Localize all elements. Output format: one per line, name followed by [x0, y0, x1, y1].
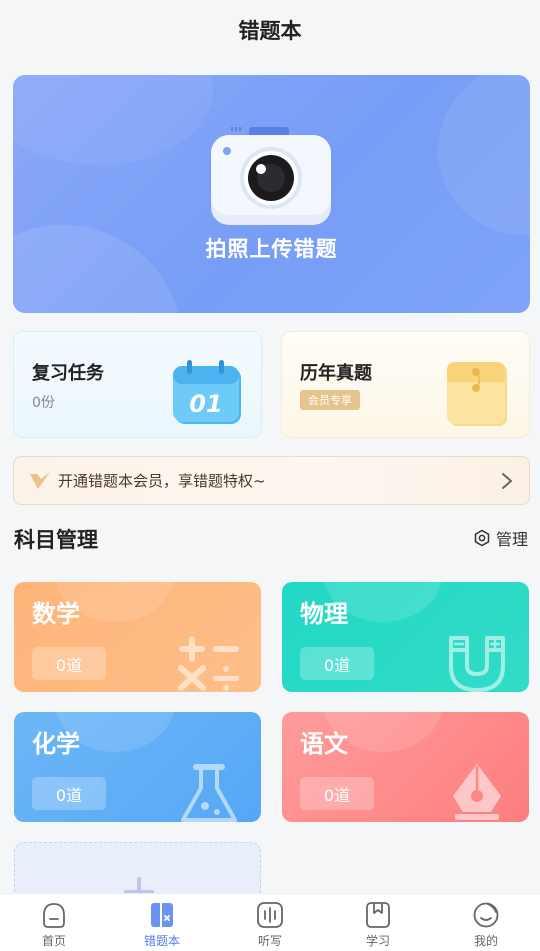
subject-card-chemistry[interactable]: 化学 0道	[14, 712, 261, 822]
vip-badge: 会员专享	[300, 390, 360, 410]
chevron-right-icon	[502, 473, 512, 489]
vip-banner-text: 开通错题本会员，享错题特权~	[58, 472, 266, 490]
tab-dictation[interactable]: 听写	[216, 894, 324, 951]
vip-v-icon	[30, 471, 50, 489]
subject-count: 0道	[32, 777, 106, 810]
tab-label: 首页	[41, 934, 66, 948]
calendar-icon-text: 01	[189, 390, 222, 418]
subject-card-physics[interactable]: 物理 0道	[282, 582, 529, 692]
page-title: 错题本	[238, 19, 302, 43]
vip-banner[interactable]: 开通错题本会员，享错题特权~	[13, 456, 530, 505]
subject-name: 语文	[300, 730, 348, 758]
profile-icon	[473, 902, 499, 928]
photo-upload-card[interactable]: 拍照上传错题	[13, 75, 530, 313]
subject-name: 数学	[32, 600, 80, 628]
subject-count: 0道	[300, 647, 374, 680]
tab-home[interactable]: 首页	[0, 894, 108, 951]
subject-count: 0道	[32, 647, 106, 680]
review-task-card[interactable]: 复习任务 0份 01	[13, 331, 262, 438]
subject-card-math[interactable]: 数学 0道	[14, 582, 261, 692]
manage-label: 管理	[495, 530, 528, 549]
tab-wrongbook[interactable]: 错题本	[108, 894, 216, 951]
review-task-count: 0份	[32, 395, 55, 411]
subjects-section-title: 科目管理	[14, 528, 98, 552]
tab-label: 错题本	[143, 934, 180, 948]
past-exams-title: 历年真题	[300, 363, 372, 384]
subject-name: 物理	[300, 600, 348, 628]
top-bar: 错题本	[0, 0, 540, 60]
home-icon	[43, 903, 65, 928]
tab-profile[interactable]: 我的	[432, 894, 540, 951]
tab-label: 我的	[473, 934, 498, 948]
bottom-tab-bar: 首页 错题本 听写 学习 我的	[0, 893, 540, 951]
calendar-icon: 01	[173, 360, 241, 424]
flask-icon	[181, 764, 237, 822]
folder-icon	[447, 362, 507, 426]
dictation-icon	[257, 902, 283, 928]
settings-hexagon-icon	[474, 529, 490, 547]
tab-study[interactable]: 学习	[324, 894, 432, 951]
subject-card-chinese[interactable]: 语文 0道	[282, 712, 529, 822]
wrongbook-icon	[151, 903, 173, 927]
decor-bubble	[438, 75, 530, 235]
tab-label: 听写	[257, 934, 282, 948]
study-icon	[366, 902, 390, 928]
photo-upload-label: 拍照上传错题	[205, 237, 338, 261]
pen-nib-icon	[453, 764, 501, 820]
subject-name: 化学	[32, 730, 80, 758]
review-task-title: 复习任务	[32, 363, 104, 384]
tab-label: 学习	[365, 934, 390, 948]
subject-count: 0道	[300, 777, 374, 810]
camera-icon	[211, 127, 331, 225]
past-exams-card[interactable]: 历年真题 会员专享	[281, 331, 530, 438]
decor-bubble	[13, 75, 213, 165]
manage-button[interactable]: 管理	[473, 526, 528, 550]
math-symbols-icon	[178, 636, 239, 691]
magnet-icon	[449, 636, 505, 692]
